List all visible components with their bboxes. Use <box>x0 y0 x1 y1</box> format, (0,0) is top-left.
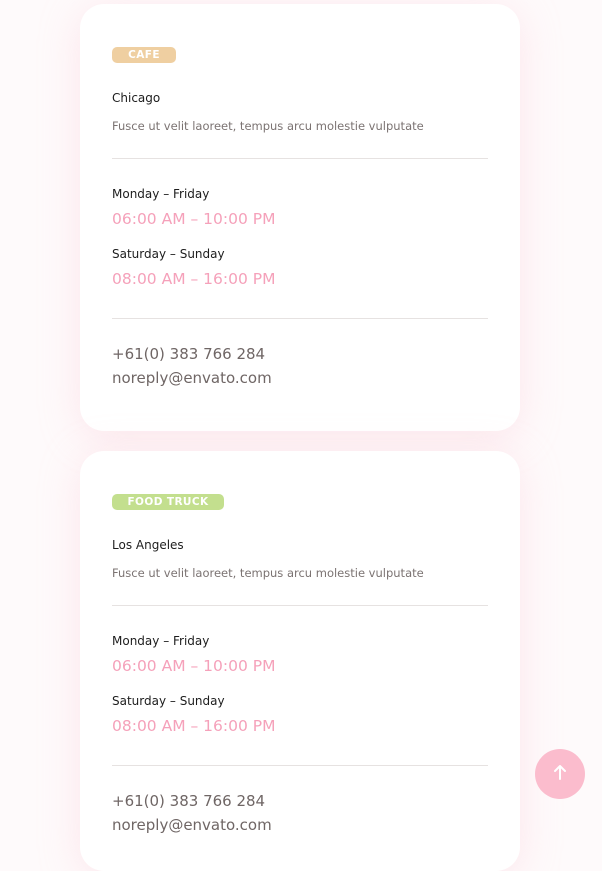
weekend-label: Saturday – Sunday <box>112 247 225 261</box>
email-link[interactable]: noreply@envato.com <box>112 369 272 387</box>
weekend-label: Saturday – Sunday <box>112 694 225 708</box>
phone-link[interactable]: +61(0) 383 766 284 <box>112 792 265 810</box>
location-city: Chicago <box>112 91 161 105</box>
email-link[interactable]: noreply@envato.com <box>112 816 272 834</box>
category-badge: FOOD TRUCK <box>112 494 224 510</box>
weekday-label: Monday – Friday <box>112 634 210 648</box>
weekday-hours: 06:00 AM – 10:00 PM <box>112 210 276 228</box>
location-card: FOOD TRUCK Los Angeles Fusce ut velit la… <box>80 451 520 871</box>
phone-link[interactable]: +61(0) 383 766 284 <box>112 345 265 363</box>
location-description: Fusce ut velit laoreet, tempus arcu mole… <box>112 566 424 580</box>
category-badge: CAFE <box>112 47 176 63</box>
location-description: Fusce ut velit laoreet, tempus arcu mole… <box>112 119 424 133</box>
arrow-up-icon <box>553 764 567 784</box>
divider <box>112 318 488 319</box>
weekday-label: Monday – Friday <box>112 187 210 201</box>
divider <box>112 765 488 766</box>
weekend-hours: 08:00 AM – 16:00 PM <box>112 270 276 288</box>
weekday-hours: 06:00 AM – 10:00 PM <box>112 657 276 675</box>
weekend-hours: 08:00 AM – 16:00 PM <box>112 717 276 735</box>
location-card: CAFE Chicago Fusce ut velit laoreet, tem… <box>80 4 520 431</box>
divider <box>112 158 488 159</box>
scroll-to-top-button[interactable] <box>535 749 585 799</box>
location-city: Los Angeles <box>112 538 184 552</box>
divider <box>112 605 488 606</box>
